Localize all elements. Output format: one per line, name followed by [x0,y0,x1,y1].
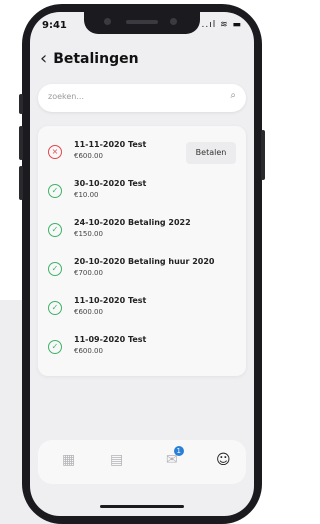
payment-row[interactable]: ✓ 30-10-2020 Test €10.00 [48,179,236,215]
power-button [261,130,265,180]
check-icon: ✓ [48,340,62,354]
search-bar[interactable]: zoeken... ⌕ [38,84,246,112]
volume-up-button [19,126,23,160]
notification-badge: 1 [173,446,184,456]
home-indicator [100,505,184,508]
payment-row[interactable]: ✓ 24-10-2020 Betaling 2022 €150.00 [48,218,236,254]
status-icons: ..ıl ≋ ▬ [201,20,242,30]
payment-row[interactable]: ✓ 11-10-2020 Test €600.00 [48,296,236,332]
payment-name: 11-11-2020 Test [74,140,147,149]
page-header: ‹ Betalingen [40,50,139,68]
payment-amount: €700.00 [74,269,103,277]
notch [84,12,200,34]
sensor-icon [170,18,177,25]
payment-amount: €600.00 [74,152,103,160]
documents-icon[interactable]: ▤ [110,452,123,468]
chat-icon[interactable]: ✉ 1 [166,446,184,468]
check-icon: ✓ [48,301,62,315]
payment-name: 11-09-2020 Test [74,335,147,344]
pay-button[interactable]: Betalen [186,142,236,164]
phone-screen: 9:41 ..ıl ≋ ▬ ‹ Betalingen zoeken... ⌕ ×… [30,12,254,516]
payment-name: 11-10-2020 Test [74,296,147,305]
search-input[interactable]: zoeken... [48,92,84,101]
back-icon[interactable]: ‹ [40,50,47,68]
payment-name: 30-10-2020 Test [74,179,147,188]
volume-down-button [19,166,23,200]
camera-icon [104,18,111,25]
mute-switch [19,94,23,114]
payment-name: 20-10-2020 Betaling huur 2020 [74,257,215,266]
tab-bar: ▦ ▤ ✉ 1 ☺ [38,440,246,484]
profile-icon[interactable]: ☺ [216,452,231,468]
payment-amount: €150.00 [74,230,103,238]
dashboard-icon[interactable]: ▦ [62,452,75,468]
payment-amount: €600.00 [74,347,103,355]
payment-row[interactable]: × 11-11-2020 Test €600.00 Betalen [48,140,236,176]
page-title: Betalingen [53,51,139,67]
speaker [126,20,158,24]
payment-row[interactable]: ✓ 11-09-2020 Test €600.00 [48,335,236,371]
payment-name: 24-10-2020 Betaling 2022 [74,218,191,227]
check-icon: ✓ [48,262,62,276]
check-icon: ✓ [48,184,62,198]
payment-amount: €600.00 [74,308,103,316]
check-icon: ✓ [48,223,62,237]
error-icon: × [48,145,62,159]
payment-amount: €10.00 [74,191,99,199]
status-time: 9:41 [42,20,67,31]
payments-list: × 11-11-2020 Test €600.00 Betalen ✓ 30-10-202… [38,126,246,376]
search-icon[interactable]: ⌕ [230,90,236,101]
payment-row[interactable]: ✓ 20-10-2020 Betaling huur 2020 €700.00 [48,257,236,293]
